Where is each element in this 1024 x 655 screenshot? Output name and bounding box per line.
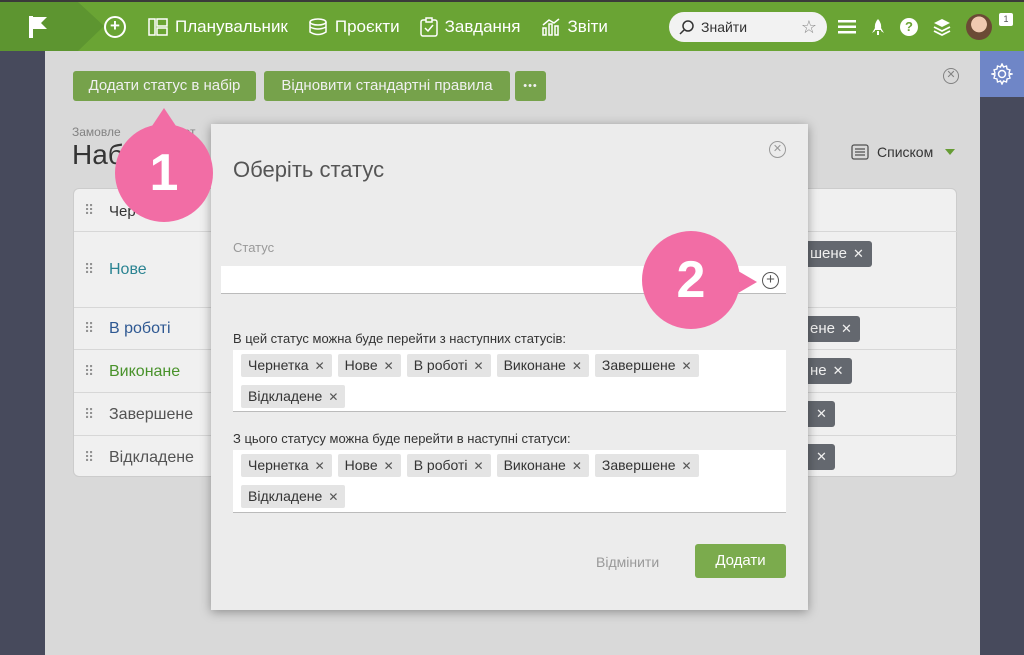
cancel-button[interactable]: Відмінити [596, 554, 659, 570]
planner-icon [148, 17, 168, 36]
dialog-title: Оберіть статус [233, 157, 385, 182]
status-tag-text: Чернетка [248, 357, 309, 373]
status-tag: Чернетка ✕ [241, 454, 332, 477]
status-field-label: Статус [233, 240, 275, 255]
remove-tag-icon[interactable]: ✕ [572, 459, 582, 473]
projects-icon [309, 17, 327, 35]
status-tag: Нове ✕ [337, 354, 401, 377]
status-tag: Відкладене ✕ [241, 385, 346, 408]
status-tag: Чернетка ✕ [241, 354, 332, 377]
search-box[interactable]: Знайти ☆ [669, 12, 827, 42]
status-tag: Відкладене ✕ [241, 485, 346, 508]
tasks-icon [419, 16, 438, 37]
remove-tag-icon[interactable]: ✕ [315, 359, 325, 373]
from-statuses-field[interactable]: Чернетка ✕ Нове ✕ В роботі ✕ Виконане ✕ Завершен… [233, 350, 786, 412]
from-tags-list: Чернетка ✕ Нове ✕ В роботі ✕ Виконане ✕ Завершен… [241, 354, 778, 408]
select-status-dialog: Оберіть статус ✕ Статус + В цей статус м… [211, 124, 808, 610]
status-tag-text: Завершене [601, 457, 676, 473]
status-tag-text: Виконане [503, 357, 566, 373]
remove-tag-icon[interactable]: ✕ [328, 390, 338, 404]
menu-icon[interactable] [838, 19, 856, 34]
reports-icon [541, 17, 559, 36]
create-plus-icon[interactable]: + [104, 15, 126, 38]
top-icons: ? [838, 2, 992, 51]
nav-planner-label: Планувальник [175, 16, 288, 36]
main-nav: + Планувальник Проєкти Завдання Звіти [104, 2, 628, 51]
status-tag-text: Чернетка [248, 457, 309, 473]
gear-icon [991, 63, 1013, 85]
status-tag: Завершене ✕ [594, 454, 699, 477]
help-icon[interactable]: ? [900, 17, 918, 36]
nav-projects[interactable]: Проєкти [308, 17, 400, 37]
remove-tag-icon[interactable]: ✕ [474, 459, 484, 473]
nav-projects-label: Проєкти [334, 16, 400, 36]
to-tags-list: Чернетка ✕ Нове ✕ В роботі ✕ Виконане ✕ Завершен… [241, 454, 778, 508]
flag-logo-icon [29, 15, 47, 38]
status-tag-text: Виконане [503, 457, 566, 473]
remove-tag-icon[interactable]: ✕ [572, 359, 582, 373]
nav-tasks[interactable]: Завдання [419, 16, 521, 37]
to-statuses-field[interactable]: Чернетка ✕ Нове ✕ В роботі ✕ Виконане ✕ Завершен… [233, 450, 786, 513]
layers-icon[interactable] [933, 18, 951, 36]
top-bar: + Планувальник Проєкти Завдання Звіти Зн… [0, 0, 1024, 51]
status-tag: В роботі ✕ [406, 354, 491, 377]
status-tag-text: В роботі [413, 457, 468, 473]
add-button[interactable]: Додати [695, 544, 786, 578]
remove-tag-icon[interactable]: ✕ [682, 459, 692, 473]
right-sidebar [980, 51, 1024, 655]
search-label: Знайти [701, 19, 748, 35]
nav-tasks-label: Завдання [444, 16, 521, 36]
status-tag-text: Відкладене [248, 388, 323, 404]
status-tag: Виконане ✕ [496, 354, 589, 377]
dialog-close-icon[interactable]: ✕ [769, 141, 786, 158]
nav-reports[interactable]: Звіти [541, 17, 608, 37]
status-tag: Нове ✕ [337, 454, 401, 477]
status-tag-text: В роботі [413, 357, 468, 373]
status-tag-text: Нове [344, 457, 378, 473]
remove-tag-icon[interactable]: ✕ [384, 459, 394, 473]
add-status-plus-icon[interactable]: + [762, 272, 779, 289]
status-tag-text: Завершене [601, 357, 676, 373]
favorite-star-icon[interactable]: ☆ [801, 17, 817, 38]
remove-tag-icon[interactable]: ✕ [474, 359, 484, 373]
remove-tag-icon[interactable]: ✕ [328, 490, 338, 504]
from-statuses-label: В цей статус можна буде перейти з наступ… [233, 331, 567, 346]
callout-1: 1 [115, 124, 213, 222]
status-tag: В роботі ✕ [406, 454, 491, 477]
rocket-icon[interactable] [871, 18, 885, 36]
notification-badge: 1 [999, 13, 1013, 26]
settings-button[interactable] [980, 51, 1024, 97]
status-tag: Завершене ✕ [594, 354, 699, 377]
status-tag: Виконане ✕ [496, 454, 589, 477]
nav-reports-label: Звіти [567, 16, 608, 36]
status-tag-text: Відкладене [248, 488, 323, 504]
to-statuses-label: З цього статусу можна буде перейти в нас… [233, 431, 571, 446]
remove-tag-icon[interactable]: ✕ [384, 359, 394, 373]
status-tag-text: Нове [344, 357, 378, 373]
search-icon [679, 20, 694, 35]
callout-2: 2 [642, 231, 740, 329]
logo-notch [78, 2, 104, 51]
remove-tag-icon[interactable]: ✕ [682, 359, 692, 373]
logo[interactable] [0, 2, 78, 51]
avatar[interactable] [966, 13, 992, 40]
nav-planner[interactable]: Планувальник [148, 17, 288, 37]
remove-tag-icon[interactable]: ✕ [315, 459, 325, 473]
